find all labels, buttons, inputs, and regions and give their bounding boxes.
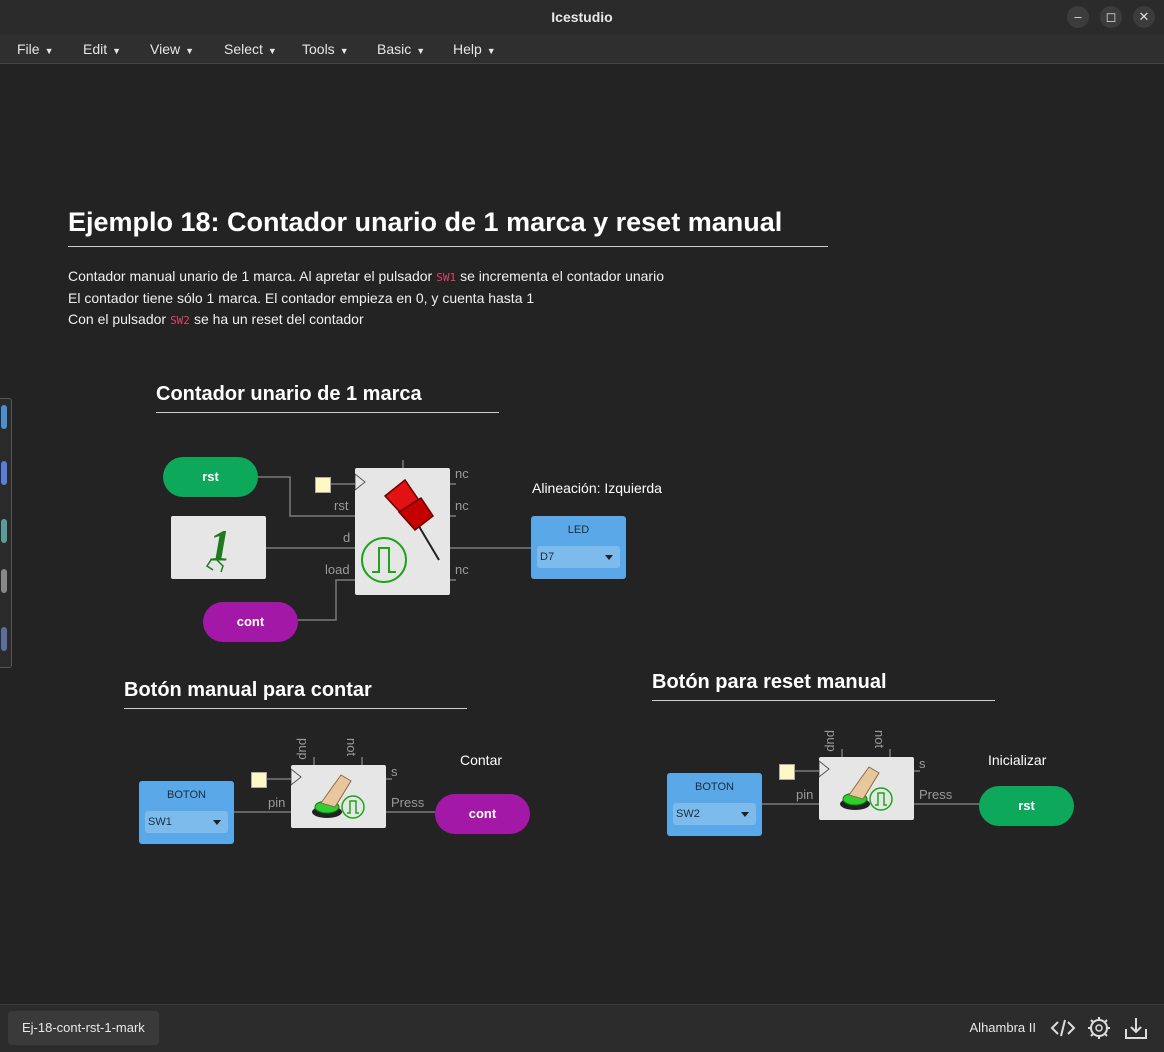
port-pin: pin [268,795,286,810]
port-press: Press [919,787,953,802]
led-pin-select[interactable]: D7 [537,546,620,568]
output-rst[interactable]: rst [979,786,1074,826]
chevron-down-icon [605,555,613,560]
alignment-note: Alineación: Izquierda [532,480,662,496]
section-title-button-count: Botón manual para contar [124,679,467,709]
button-debounce-block[interactable] [818,757,914,820]
clock-input[interactable] [315,477,331,493]
boton-pin-value: SW2 [676,808,700,820]
gear-icon[interactable] [1086,1015,1112,1041]
port-load: load [325,562,350,577]
port-press: Press [391,795,425,810]
port-pup: pup [824,730,839,752]
port-s: s [919,756,926,771]
port-d: d [343,530,351,545]
button-debounce-block[interactable] [290,765,386,828]
boton-sw1-block[interactable]: BOTON SW1 [139,781,234,844]
push-button-icon [818,759,893,811]
description-line-2: El contador tiene sólo 1 marca. El conta… [68,290,535,306]
page-title: Ejemplo 18: Contador unario de 1 marca y… [68,207,828,247]
port-rst: rst [334,498,349,513]
constant-one-icon: 1 [205,521,231,573]
port-s: s [391,764,398,779]
led-output-block[interactable]: LED D7 [531,516,626,579]
description-line-1: Contador manual unario de 1 marca. Al ap… [68,268,664,284]
wire [298,579,356,621]
push-button-icon [290,767,365,819]
chevron-down-icon [213,820,221,825]
constant-one-block[interactable]: 1 [171,516,266,579]
clock-input[interactable] [251,772,267,788]
section-title-button-reset: Botón para reset manual [652,671,995,701]
counter-block[interactable] [354,468,450,595]
boton-pin-select[interactable]: SW2 [673,803,756,825]
board-name[interactable]: Alhambra II [970,1020,1036,1035]
clock-input[interactable] [779,764,795,780]
download-icon[interactable] [1123,1015,1149,1041]
boton-pin-value: SW1 [148,816,172,828]
boton-pin-select[interactable]: SW1 [145,811,228,833]
port-nc: nc [455,562,469,577]
pushpin-icon [354,472,440,583]
port-not: not [872,730,887,749]
status-bar: Ej-18-cont-rst-1-mark Alhambra II [0,1004,1164,1052]
note-inicializar: Inicializar [988,752,1047,768]
file-tab[interactable]: Ej-18-cont-rst-1-mark [8,1011,159,1045]
section-title-counter: Contador unario de 1 marca [156,383,499,413]
boton-label: BOTON [695,781,734,793]
output-cont[interactable]: cont [435,794,530,834]
input-cont[interactable]: cont [203,602,298,642]
port-nc: nc [455,466,469,481]
note-contar: Contar [460,752,503,768]
input-rst[interactable]: rst [163,457,258,497]
boton-label: BOTON [167,789,206,801]
wires-layer [234,460,980,813]
boton-sw2-block[interactable]: BOTON SW2 [667,773,762,836]
port-not: not [344,738,359,757]
led-label: LED [567,524,590,536]
port-nc: nc [455,498,469,513]
code-icon[interactable] [1050,1015,1076,1041]
led-pin-value: D7 [540,551,555,563]
chevron-down-icon [741,812,749,817]
port-pup: pup [296,738,311,760]
port-pin: pin [796,787,814,802]
description-line-3: Con el pulsador SW2 se ha un reset del con… [68,311,364,327]
